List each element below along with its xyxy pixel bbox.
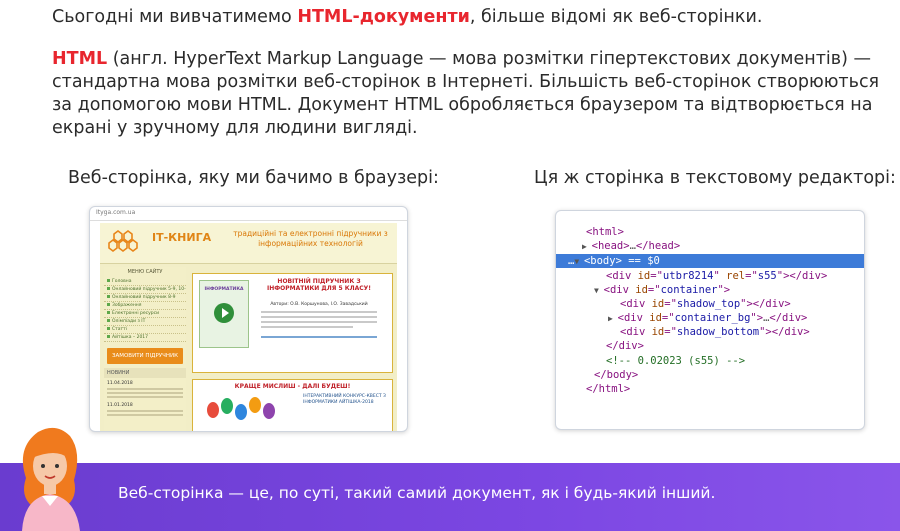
menu-item[interactable]: Онлайновий підручник 8-9: [104, 294, 186, 302]
textbook-promo-card[interactable]: ІНФОРМАТИКА НОВІТНІЙ ПІДРУЧНИК З ІНФОРМА…: [192, 273, 393, 373]
code-line-div-utbr[interactable]: <div id="utbr8214" rel="s55"></div>: [556, 269, 864, 283]
summary-banner: Веб-сторінка — це, по суті, такий самий …: [0, 463, 900, 531]
menu-item[interactable]: Зображення: [104, 302, 186, 310]
balloons-icon: [207, 397, 275, 420]
book-title: ІНФОРМАТИКА: [204, 287, 244, 292]
editor-caption: Ця ж сторінка в текстовому редакторі:: [534, 168, 896, 188]
code-line-html-open[interactable]: <html>: [556, 225, 864, 239]
menu-item[interactable]: Айтішка – 2017: [104, 334, 186, 342]
code-line-body-selected[interactable]: …▼ <body> == $0: [556, 254, 864, 268]
menu-item[interactable]: Електронні ресурси: [104, 310, 186, 318]
news-date: 11.01.2018: [107, 403, 133, 408]
collapse-triangle-icon[interactable]: ▼: [574, 257, 584, 266]
play-icon[interactable]: [214, 303, 234, 323]
code-line-div-container[interactable]: ▼ <div id="container">: [556, 283, 864, 297]
quest-title: КРАЩЕ МИСЛИШ - ДАЛІ БУДЕШ!: [234, 383, 351, 390]
menu-item[interactable]: Олімпіади з ІТ: [104, 318, 186, 326]
intro-text-end: , більше відомі як веб-сторінки.: [469, 7, 763, 27]
code-line-body-close[interactable]: </body>: [556, 368, 864, 382]
intro-paragraph: Сьогодні ми вивчатимемо HTML-документи, …: [52, 6, 882, 29]
expand-triangle-icon[interactable]: ▶: [608, 314, 618, 323]
textbook-cover-image: ІНФОРМАТИКА: [199, 280, 249, 348]
girl-avatar-icon: [22, 427, 80, 531]
website-page: ІТ-КНИГА традиційні та електронні підруч…: [100, 223, 397, 431]
definition-paragraph: HTML (англ. HyperText Markup Language — …: [52, 48, 882, 140]
expand-triangle-icon[interactable]: ▶: [582, 242, 592, 251]
quest-text: ІНТЕРАКТИВНИЙ КОНКУРС-КВЕСТ З ІНФОРМАТИК…: [303, 394, 386, 405]
definition-term: HTML: [52, 49, 108, 69]
definition-text: (англ. HyperText Markup Language — мова …: [52, 49, 880, 138]
menu-item[interactable]: Головна: [104, 278, 186, 286]
site-brand: ІТ-КНИГА: [152, 231, 212, 244]
news-heading: НОВИНИ: [104, 368, 186, 378]
browser-screenshot: Ityga.com.ua ІТ-КНИГА традиційні та елек…: [89, 206, 408, 432]
promo-title: НОВІТНІЙ ПІДРУЧНИК З ІНФОРМАТИКИ ДЛЯ 5 К…: [266, 278, 372, 292]
code-line-div-shadow-bottom[interactable]: <div id="shadow_bottom"></div>: [556, 325, 864, 339]
site-header: ІТ-КНИГА традиційні та електронні підруч…: [100, 223, 397, 264]
quest-promo-card[interactable]: КРАЩЕ МИСЛИШ - ДАЛІ БУДЕШ! ІНТЕРАКТИВНИЙ…: [192, 379, 393, 431]
menu-item[interactable]: Онлайновий підручник 5-9, 10-11 класи: [104, 286, 186, 294]
intro-highlight: HTML-документи: [297, 7, 470, 27]
code-line-div-shadow-top[interactable]: <div id="shadow_top"></div>: [556, 297, 864, 311]
code-line-comment[interactable]: <!-- 0.02023 (s55) -->: [556, 354, 864, 368]
code-line-html-close[interactable]: </html>: [556, 382, 864, 396]
browser-caption: Веб-сторінка, яку ми бачимо в браузері:: [68, 168, 439, 188]
menu-item[interactable]: Статті: [104, 326, 186, 334]
intro-text: Сьогодні ми вивчатимемо: [52, 7, 298, 27]
site-sidebar: МЕНЮ САЙТУ Головна Онлайновий підручник …: [104, 267, 186, 431]
order-textbook-button[interactable]: ЗАМОВИТИ ПІДРУЧНИК: [107, 348, 183, 364]
dom-inspector-panel: <html> ▶ <head>…</head> …▼ <body> == $0 …: [555, 210, 865, 430]
collapse-triangle-icon[interactable]: ▼: [594, 286, 604, 295]
hexagon-logo-icon: [108, 230, 138, 252]
news-date: 11.04.2018: [107, 381, 133, 386]
code-line-head[interactable]: ▶ <head>…</head>: [556, 239, 864, 253]
menu-heading: МЕНЮ САЙТУ: [127, 269, 163, 275]
promo-text: Автори: О.В. Коршунова, І.О. Завадський: [255, 302, 383, 341]
banner-text: Веб-сторінка — це, по суті, такий самий …: [118, 484, 716, 502]
promo-authors: Автори: О.В. Коршунова, І.О. Завадський: [270, 302, 368, 307]
code-line-div-close[interactable]: </div>: [556, 339, 864, 353]
site-main: ІНФОРМАТИКА НОВІТНІЙ ПІДРУЧНИК З ІНФОРМА…: [192, 273, 393, 431]
browser-url: Ityga.com.ua: [90, 207, 407, 221]
site-slogan: традиційні та електронні підручники з ін…: [233, 229, 388, 248]
code-line-div-container-bg[interactable]: ▶ <div id="container_bg">…</div>: [556, 311, 864, 325]
